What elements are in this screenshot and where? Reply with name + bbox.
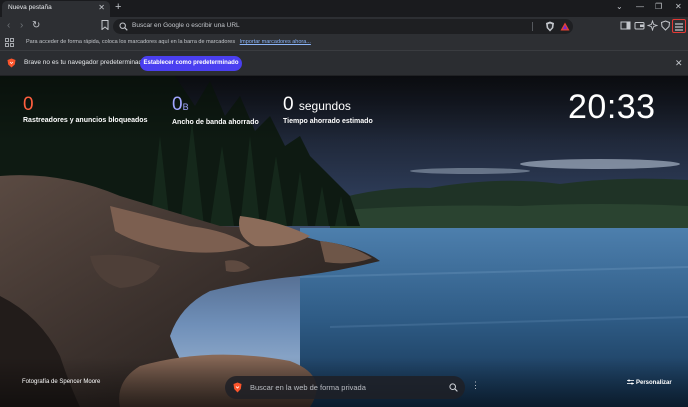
stat-time-number: 0 (283, 94, 294, 115)
customize-button[interactable]: Personalizar (627, 379, 672, 386)
infobar-close-icon[interactable]: ✕ (675, 57, 683, 69)
brave-rewards-icon[interactable] (560, 22, 570, 31)
stat-bandwidth-label: Ancho de banda ahorrado (172, 119, 259, 126)
search-icon[interactable] (449, 383, 458, 392)
tab-title: Nueva pestaña (8, 4, 52, 11)
forward-arrow-icon[interactable]: › (20, 20, 23, 32)
window-close-icon[interactable]: ✕ (675, 2, 682, 12)
bookmarks-hint-text: Para acceder de forma rápida, coloca los… (26, 39, 236, 45)
minimize-icon[interactable]: — (636, 2, 644, 12)
stat-bandwidth-number: 0 (172, 94, 183, 115)
stat-time-label: Tiempo ahorrado estimado (283, 118, 373, 125)
stat-bandwidth-unit: B (182, 102, 189, 112)
restore-icon[interactable]: ❐ (655, 2, 662, 12)
stat-trackers-value: 0 (23, 95, 147, 115)
main-menu-button[interactable] (672, 19, 686, 33)
stat-time: 0 segundos Tiempo ahorrado estimado (283, 95, 373, 126)
address-placeholder: Buscar en Google o escribir una URL (132, 22, 240, 29)
address-bar[interactable]: Buscar en Google o escribir una URL (113, 19, 573, 34)
sliders-icon (627, 379, 634, 385)
stat-bandwidth: 0B Ancho de banda ahorrado (172, 95, 259, 127)
clock: 20:33 (568, 88, 656, 126)
import-bookmarks-link[interactable]: Importar marcadores ahora... (240, 39, 311, 45)
tab-search-chevron-icon[interactable]: ⌄ (616, 2, 623, 12)
stat-time-unit: segundos (298, 99, 351, 113)
bookmark-icon[interactable] (101, 20, 109, 30)
brave-logo-icon (233, 382, 242, 393)
new-tab-page: 0 Rastreadores y anuncios bloqueados 0B … (0, 76, 688, 407)
vpn-shield-icon[interactable] (660, 20, 671, 31)
brave-shields-icon[interactable] (545, 21, 555, 32)
set-default-button[interactable]: Establecer como predeterminado (140, 56, 242, 71)
close-tab-icon[interactable]: ✕ (98, 3, 105, 13)
stat-bandwidth-value: 0B (172, 95, 259, 117)
search-placeholder: Buscar en la web de forma privada (250, 383, 366, 392)
leo-ai-icon[interactable] (647, 20, 658, 31)
back-arrow-icon[interactable]: ‹ (7, 20, 10, 32)
stat-trackers-label: Rastreadores y anuncios bloqueados (23, 117, 148, 124)
infobar-message: Brave no es tu navegador predeterminado (24, 59, 146, 66)
stat-trackers: 0 Rastreadores y anuncios bloqueados (23, 95, 148, 125)
sidebar-icon[interactable] (620, 20, 631, 31)
default-browser-infobar: Brave no es tu navegador predeterminado … (0, 50, 688, 75)
tab-new-tab[interactable]: Nueva pestaña ✕ (2, 1, 110, 17)
bookmarks-bar: Para acceder de forma rápida, coloca los… (0, 36, 688, 50)
search-more-options-icon[interactable]: ⋮ (471, 379, 480, 391)
tab-strip: Nueva pestaña ✕ + ⌄ — ❐ ✕ (0, 0, 688, 17)
address-divider (532, 22, 533, 31)
reload-icon[interactable]: ↻ (32, 20, 40, 32)
new-tab-plus-icon[interactable]: + (115, 1, 121, 14)
stat-time-value: 0 segundos (283, 95, 373, 116)
brave-lion-icon (7, 58, 16, 68)
hamburger-menu-icon (675, 23, 683, 31)
toolbar: ‹ › ↻ Buscar en Google o escribir una UR… (0, 17, 688, 36)
apps-grid-icon[interactable] (5, 38, 14, 47)
search-icon (119, 22, 128, 31)
wallet-icon[interactable] (634, 20, 645, 31)
photo-credit[interactable]: Fotografía de Spencer Moore (22, 379, 100, 385)
customize-label: Personalizar (636, 380, 672, 386)
private-search-box[interactable]: Buscar en la web de forma privada (225, 376, 465, 399)
bookmarks-hint: Para acceder de forma rápida, coloca los… (26, 39, 311, 45)
stat-trackers-number: 0 (23, 94, 34, 115)
